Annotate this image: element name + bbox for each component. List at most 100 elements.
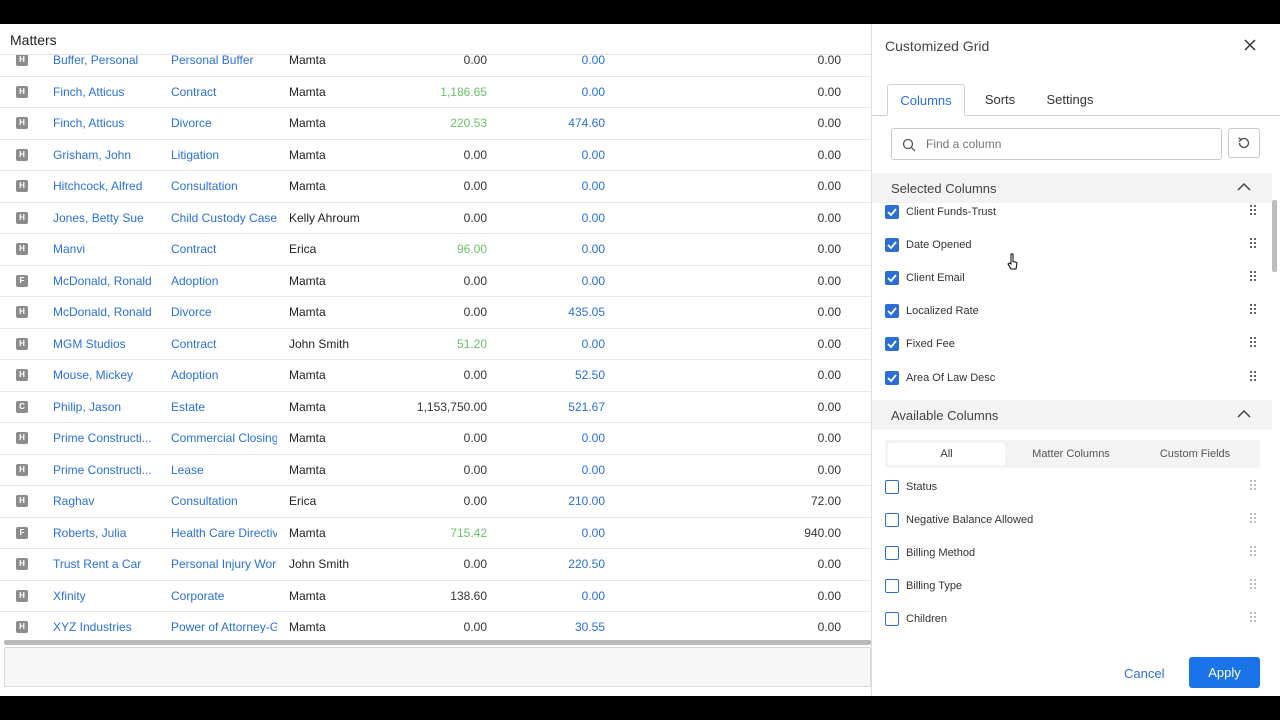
client-link[interactable]: Finch, Atticus — [53, 85, 163, 99]
client-link[interactable]: Manvi — [53, 242, 163, 256]
selected-column-item[interactable]: Fixed Fee — [885, 333, 1260, 357]
area-of-law-link[interactable]: Lease — [171, 463, 277, 477]
column-checkbox[interactable] — [885, 370, 899, 385]
table-row[interactable]: H Raghav Consultation Erica 0.00 210.00 72.00 — [0, 486, 871, 518]
selected-column-item[interactable]: Client Email — [885, 267, 1260, 291]
drag-handle-icon[interactable] — [1250, 480, 1258, 492]
tab-settings[interactable]: Settings — [1038, 84, 1102, 116]
area-of-law-link[interactable]: Power of Attorney-G — [171, 620, 277, 633]
filter-matter-columns[interactable]: Matter Columns — [1013, 443, 1129, 465]
unbilled-link[interactable]: 0.00 — [500, 211, 605, 225]
drag-handle-icon[interactable] — [1250, 238, 1258, 250]
column-checkbox[interactable] — [885, 337, 899, 352]
panel-scrollbar[interactable] — [1272, 200, 1277, 272]
column-checkbox[interactable] — [885, 612, 899, 627]
table-row[interactable]: H Finch, Atticus Divorce Mamta 220.53 474.60 0… — [0, 108, 871, 140]
table-row[interactable]: C Philip, Jason Estate Mamta 1,153,750.00 521… — [0, 392, 871, 423]
table-row[interactable]: H Grisham, John Litigation Mamta 0.00 0.00 0.0… — [0, 140, 871, 171]
drag-handle-icon[interactable] — [1250, 546, 1258, 558]
area-of-law-link[interactable]: Consultation — [171, 179, 277, 193]
unbilled-link[interactable]: 220.50 — [500, 557, 605, 571]
table-row[interactable]: H Prime Constructi... Lease Mamta 0.00 0.00 0.… — [0, 455, 871, 486]
client-link[interactable]: Raghav — [53, 494, 163, 508]
available-column-item[interactable]: Children — [885, 608, 1260, 632]
area-of-law-link[interactable]: Commercial Closing — [171, 431, 277, 445]
unbilled-link[interactable]: 0.00 — [500, 179, 605, 193]
drag-handle-icon[interactable] — [1250, 513, 1258, 525]
available-column-item[interactable]: Status — [885, 476, 1260, 500]
column-checkbox[interactable] — [885, 238, 899, 253]
filter-custom-fields[interactable]: Custom Fields — [1137, 443, 1253, 465]
client-link[interactable]: McDonald, Ronald — [53, 274, 163, 288]
area-of-law-link[interactable]: Litigation — [171, 148, 277, 162]
unbilled-link[interactable]: 0.00 — [500, 242, 605, 256]
drag-handle-icon[interactable] — [1250, 337, 1258, 349]
search-input[interactable] — [926, 135, 1206, 153]
drag-handle-icon[interactable] — [1250, 271, 1258, 283]
available-column-item[interactable]: Negative Balance Allowed — [885, 509, 1260, 533]
area-of-law-link[interactable]: Corporate — [171, 589, 277, 603]
client-link[interactable]: Mouse, Mickey — [53, 368, 163, 382]
area-of-law-link[interactable]: Divorce — [171, 305, 277, 319]
available-column-item[interactable]: Billing Method — [885, 542, 1260, 566]
area-of-law-link[interactable]: Personal Buffer — [171, 53, 277, 67]
area-of-law-link[interactable]: Adoption — [171, 274, 277, 288]
client-link[interactable]: Trust Rent a Car — [53, 557, 163, 571]
table-row[interactable]: F Roberts, Julia Health Care Directive Mamt… — [0, 518, 871, 549]
horizontal-scrollbar[interactable] — [4, 640, 871, 645]
table-row[interactable]: H Hitchcock, Alfred Consultation Mamta 0.00 0… — [0, 171, 871, 203]
client-link[interactable]: Jones, Betty Sue — [53, 211, 163, 225]
tab-columns[interactable]: Columns — [887, 84, 965, 116]
selected-column-item[interactable]: Localized Rate — [885, 300, 1260, 324]
client-link[interactable]: Prime Constructi... — [53, 431, 163, 445]
area-of-law-link[interactable]: Child Custody Case — [171, 211, 277, 225]
column-checkbox[interactable] — [885, 513, 899, 528]
selected-column-item[interactable]: Date Opened — [885, 234, 1260, 258]
client-link[interactable]: Roberts, Julia — [53, 526, 163, 540]
unbilled-link[interactable]: 0.00 — [500, 53, 605, 67]
client-link[interactable]: Grisham, John — [53, 148, 163, 162]
table-row[interactable]: H Jones, Betty Sue Child Custody Case Kelly… — [0, 203, 871, 234]
area-of-law-link[interactable]: Estate — [171, 400, 277, 414]
unbilled-link[interactable]: 435.05 — [500, 305, 605, 319]
unbilled-link[interactable]: 0.00 — [500, 274, 605, 288]
drag-handle-icon[interactable] — [1250, 370, 1258, 383]
area-of-law-link[interactable]: Personal Injury Work — [171, 557, 277, 571]
table-row[interactable]: H Manvi Contract Erica 96.00 0.00 0.00 — [0, 234, 871, 266]
client-link[interactable]: Prime Constructi... — [53, 463, 163, 477]
unbilled-link[interactable]: 210.00 — [500, 494, 605, 508]
drag-handle-icon[interactable] — [1250, 304, 1258, 316]
column-checkbox[interactable] — [885, 579, 899, 594]
client-link[interactable]: XYZ Industries — [53, 620, 163, 633]
table-row[interactable]: H Xfinity Corporate Mamta 138.60 0.00 0.00 — [0, 581, 871, 612]
filter-all[interactable]: All — [888, 443, 1005, 465]
area-of-law-link[interactable]: Consultation — [171, 494, 277, 508]
table-row[interactable]: H Finch, Atticus Contract Mamta 1,186.65 0.00… — [0, 77, 871, 108]
area-of-law-link[interactable]: Adoption — [171, 368, 277, 382]
client-link[interactable]: Hitchcock, Alfred — [53, 179, 163, 193]
unbilled-link[interactable]: 0.00 — [500, 337, 605, 351]
table-row[interactable]: H Buffer, Personal Personal Buffer Mamta 0.0… — [0, 45, 871, 77]
table-row[interactable]: H Mouse, Mickey Adoption Mamta 0.00 52.50 0.00 — [0, 360, 871, 392]
available-column-item[interactable]: Billing Type — [885, 575, 1260, 599]
cancel-button[interactable]: Cancel — [1124, 666, 1164, 681]
unbilled-link[interactable]: 0.00 — [500, 431, 605, 445]
table-row[interactable]: H McDonald, Ronald Divorce Mamta 0.00 435.05 0… — [0, 297, 871, 329]
table-row[interactable]: H MGM Studios Contract John Smith 51.20 0.00 0… — [0, 329, 871, 360]
table-row[interactable]: H XYZ Industries Power of Attorney-G Mamta 0… — [0, 612, 871, 633]
unbilled-link[interactable]: 30.55 — [500, 620, 605, 633]
area-of-law-link[interactable]: Contract — [171, 242, 277, 256]
selected-columns-header[interactable]: Selected Columns — [872, 173, 1272, 203]
client-link[interactable]: Xfinity — [53, 589, 163, 603]
table-row[interactable]: H Trust Rent a Car Personal Injury Work Joh… — [0, 549, 871, 581]
reset-button[interactable] — [1228, 128, 1260, 158]
drag-handle-icon[interactable] — [1250, 579, 1258, 591]
client-link[interactable]: Finch, Atticus — [53, 116, 163, 130]
area-of-law-link[interactable]: Divorce — [171, 116, 277, 130]
area-of-law-link[interactable]: Health Care Directive — [171, 526, 277, 540]
table-row[interactable]: H Prime Constructi... Commercial Closing Ma… — [0, 423, 871, 455]
area-of-law-link[interactable]: Contract — [171, 337, 277, 351]
table-row[interactable]: F McDonald, Ronald Adoption Mamta 0.00 0.00 0.… — [0, 266, 871, 297]
unbilled-link[interactable]: 0.00 — [500, 463, 605, 477]
column-checkbox[interactable] — [885, 271, 899, 286]
